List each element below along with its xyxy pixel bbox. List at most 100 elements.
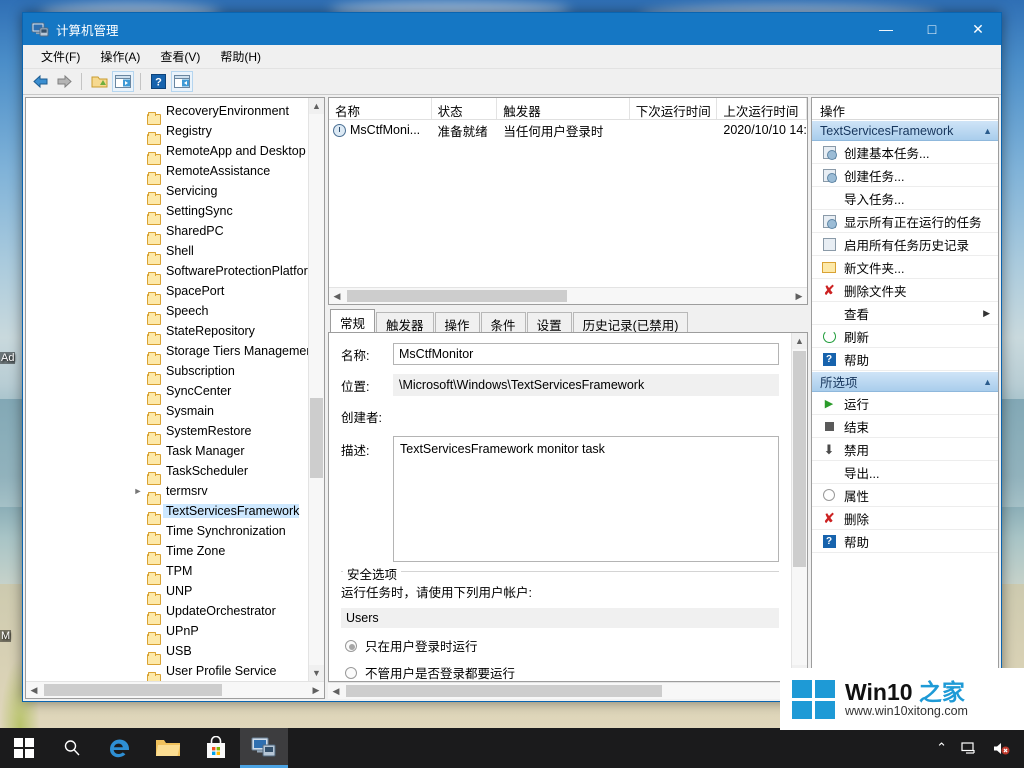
action-item[interactable]: 刷新 bbox=[812, 325, 998, 348]
edge-button[interactable] bbox=[96, 728, 144, 768]
action-item[interactable]: 结束 bbox=[812, 415, 998, 438]
tree-item[interactable]: RemoteApp and Desktop C bbox=[26, 141, 324, 161]
tab-设置[interactable]: 设置 bbox=[527, 312, 572, 332]
scroll-down-arrow[interactable]: ▼ bbox=[309, 665, 324, 681]
close-button[interactable]: ✕ bbox=[955, 13, 1001, 45]
submenu-arrow-icon[interactable]: ▶ bbox=[983, 308, 998, 319]
tree-item[interactable]: SpacePort bbox=[26, 281, 324, 301]
actions-group-header[interactable]: TextServicesFramework▲ bbox=[812, 120, 998, 141]
minimize-button[interactable]: — bbox=[863, 13, 909, 45]
tab-触发器[interactable]: 触发器 bbox=[376, 312, 434, 332]
radio-run-only-when-logged-on[interactable]: 只在用户登录时运行 bbox=[341, 636, 779, 655]
tab-常规[interactable]: 常规 bbox=[330, 309, 375, 332]
action-item[interactable]: ?帮助 bbox=[812, 530, 998, 553]
tab-历史记录(已禁用)[interactable]: 历史记录(已禁用) bbox=[573, 312, 689, 332]
scroll-up-arrow[interactable]: ▲ bbox=[792, 333, 807, 349]
tree-item[interactable]: ►termsrv bbox=[26, 481, 324, 501]
tree-vertical-scrollbar[interactable]: ▲ ▼ bbox=[308, 98, 324, 681]
scroll-left-arrow[interactable]: ◀ bbox=[329, 291, 345, 302]
scrollbar-thumb[interactable] bbox=[310, 398, 323, 478]
computer-management-taskbar-button[interactable] bbox=[240, 728, 288, 768]
tree-item[interactable]: Speech bbox=[26, 301, 324, 321]
radio-run-whether-logged-on-or-not[interactable]: 不管用户是否登录都要运行 bbox=[341, 663, 779, 682]
column-header[interactable]: 名称 bbox=[329, 98, 432, 119]
radio-icon[interactable] bbox=[345, 667, 357, 679]
microsoft-store-button[interactable] bbox=[192, 728, 240, 768]
help-icon[interactable]: ? bbox=[147, 71, 169, 92]
task-description-value[interactable]: TextServicesFramework monitor task bbox=[393, 436, 779, 562]
start-button[interactable] bbox=[0, 728, 48, 768]
action-item[interactable]: ?帮助 bbox=[812, 348, 998, 371]
action-item[interactable]: ✘删除文件夹 bbox=[812, 279, 998, 302]
tree-item[interactable]: TPM bbox=[26, 561, 324, 581]
action-item[interactable]: 属性 bbox=[812, 484, 998, 507]
task-list-horizontal-scrollbar[interactable]: ◀ ▶ bbox=[329, 287, 807, 304]
tree-item[interactable]: SyncCenter bbox=[26, 381, 324, 401]
tree-item[interactable]: SystemRestore bbox=[26, 421, 324, 441]
menu-help[interactable]: 帮助(H) bbox=[210, 45, 271, 68]
column-header[interactable]: 状态 bbox=[432, 98, 498, 119]
tree-item[interactable]: SharedPC bbox=[26, 221, 324, 241]
tree-item[interactable]: SoftwareProtectionPlatform bbox=[26, 261, 324, 281]
tree-item[interactable]: Servicing bbox=[26, 181, 324, 201]
scroll-left-arrow[interactable]: ◀ bbox=[328, 686, 344, 697]
tree-item[interactable]: Storage Tiers Management bbox=[26, 341, 324, 361]
scrollbar-thumb[interactable] bbox=[347, 290, 567, 302]
tree-item[interactable]: Time Zone bbox=[26, 541, 324, 561]
search-button[interactable] bbox=[48, 728, 96, 768]
expand-chevron-icon[interactable]: ► bbox=[130, 486, 146, 496]
action-item[interactable]: ⬇禁用 bbox=[812, 438, 998, 461]
scrollbar-thumb[interactable] bbox=[793, 351, 806, 567]
scrollbar-thumb[interactable] bbox=[346, 685, 662, 697]
tree-item[interactable]: Task Manager bbox=[26, 441, 324, 461]
scroll-right-arrow[interactable]: ▶ bbox=[308, 685, 324, 696]
show-action-pane-icon[interactable] bbox=[171, 71, 193, 92]
network-icon[interactable] bbox=[954, 741, 985, 756]
tree-item[interactable]: USB bbox=[26, 641, 324, 661]
tree-item[interactable]: RemoteAssistance bbox=[26, 161, 324, 181]
tree-item[interactable]: Sysmain bbox=[26, 401, 324, 421]
scroll-right-arrow[interactable]: ▶ bbox=[791, 291, 807, 302]
tab-操作[interactable]: 操作 bbox=[435, 312, 480, 332]
tree-item[interactable]: TextServicesFramework bbox=[26, 501, 324, 521]
tree-item[interactable]: Registry bbox=[26, 121, 324, 141]
table-row[interactable]: MsCtfMoni...准备就绪当任何用户登录时2020/10/10 14:53 bbox=[329, 120, 807, 140]
tree-item[interactable]: SettingSync bbox=[26, 201, 324, 221]
scrollbar-thumb[interactable] bbox=[44, 684, 222, 696]
collapse-icon[interactable]: ▲ bbox=[983, 126, 992, 136]
column-header[interactable]: 触发器 bbox=[497, 98, 629, 119]
task-name-value[interactable]: MsCtfMonitor bbox=[393, 343, 779, 365]
action-item[interactable]: 查看▶ bbox=[812, 302, 998, 325]
tree-item[interactable]: StateRepository bbox=[26, 321, 324, 341]
tree-item[interactable]: Time Synchronization bbox=[26, 521, 324, 541]
tree-item[interactable]: UPnP bbox=[26, 621, 324, 641]
tree-horizontal-scrollbar[interactable]: ◀ ▶ bbox=[26, 681, 324, 698]
column-header[interactable]: 上次运行时间 bbox=[717, 98, 807, 119]
show-hidden-icons-button[interactable]: ⌃ bbox=[929, 740, 954, 756]
forward-icon[interactable] bbox=[53, 71, 75, 92]
tree-item[interactable]: Shell bbox=[26, 241, 324, 261]
desktop-icon-m[interactable]: M bbox=[0, 630, 22, 642]
tree-item[interactable]: TaskScheduler bbox=[26, 461, 324, 481]
detail-horizontal-scrollbar[interactable]: ◀ ▶ bbox=[328, 682, 808, 699]
menu-view[interactable]: 查看(V) bbox=[150, 45, 210, 68]
detail-vertical-scrollbar[interactable]: ▲ ▼ bbox=[791, 333, 807, 681]
action-item[interactable]: 新文件夹... bbox=[812, 256, 998, 279]
actions-group-header[interactable]: 所选项▲ bbox=[812, 371, 998, 392]
desktop-icon-ad[interactable]: Ad bbox=[0, 352, 22, 364]
column-header[interactable]: 下次运行时间 bbox=[630, 98, 718, 119]
action-item[interactable]: 显示所有正在运行的任务 bbox=[812, 210, 998, 233]
volume-muted-icon[interactable] bbox=[985, 741, 1018, 756]
show-hide-tree-icon[interactable] bbox=[112, 71, 134, 92]
action-item[interactable]: ▶运行 bbox=[812, 392, 998, 415]
action-item[interactable]: 创建任务... bbox=[812, 164, 998, 187]
action-item[interactable]: 导入任务... bbox=[812, 187, 998, 210]
menu-action[interactable]: 操作(A) bbox=[90, 45, 150, 68]
menu-file[interactable]: 文件(F) bbox=[31, 45, 90, 68]
maximize-button[interactable]: □ bbox=[909, 13, 955, 45]
scroll-up-arrow[interactable]: ▲ bbox=[309, 98, 324, 114]
action-item[interactable]: 导出... bbox=[812, 461, 998, 484]
tree-item[interactable]: UpdateOrchestrator bbox=[26, 601, 324, 621]
tree-item[interactable]: UNP bbox=[26, 581, 324, 601]
action-item[interactable]: 创建基本任务... bbox=[812, 141, 998, 164]
